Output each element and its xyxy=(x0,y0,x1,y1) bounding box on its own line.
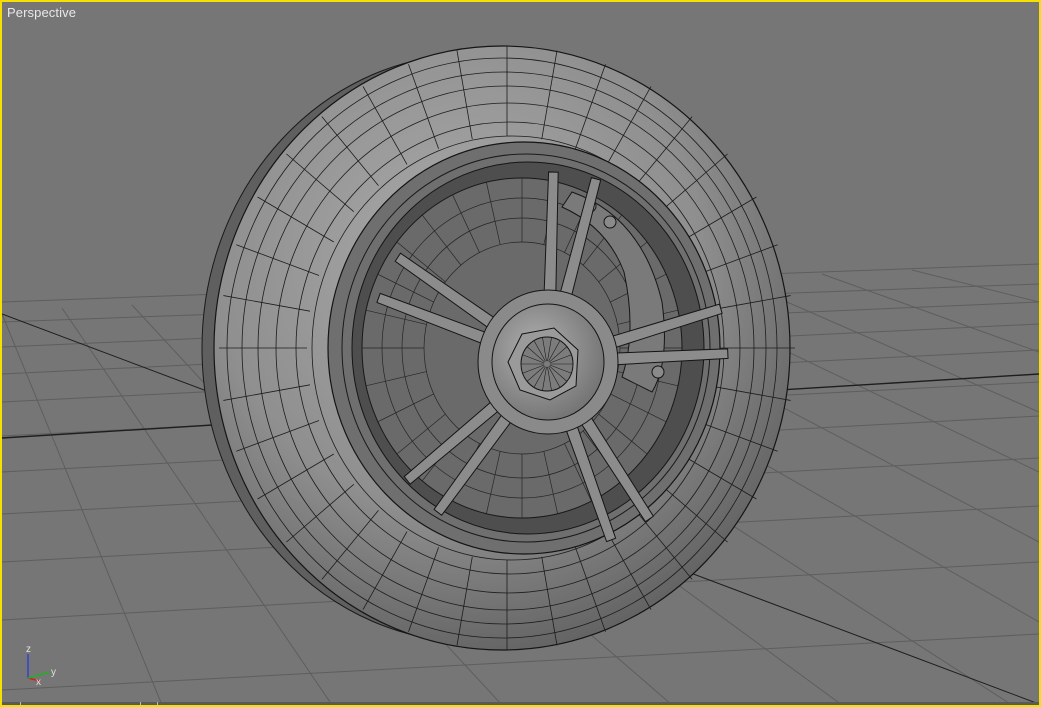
wheel-model[interactable] xyxy=(201,45,795,651)
viewport-scene[interactable] xyxy=(2,2,1039,705)
edge-tick xyxy=(157,702,158,705)
edge-tick xyxy=(140,702,141,705)
edge-tick xyxy=(20,702,21,705)
x-axis-label: x xyxy=(36,677,41,688)
z-axis-label: z xyxy=(26,644,31,655)
perspective-viewport[interactable]: Perspective z x y xyxy=(0,0,1041,707)
axis-gizmo: z x y xyxy=(26,644,56,688)
viewport-bottom-edge xyxy=(2,702,1039,705)
y-axis-label: y xyxy=(51,667,56,678)
